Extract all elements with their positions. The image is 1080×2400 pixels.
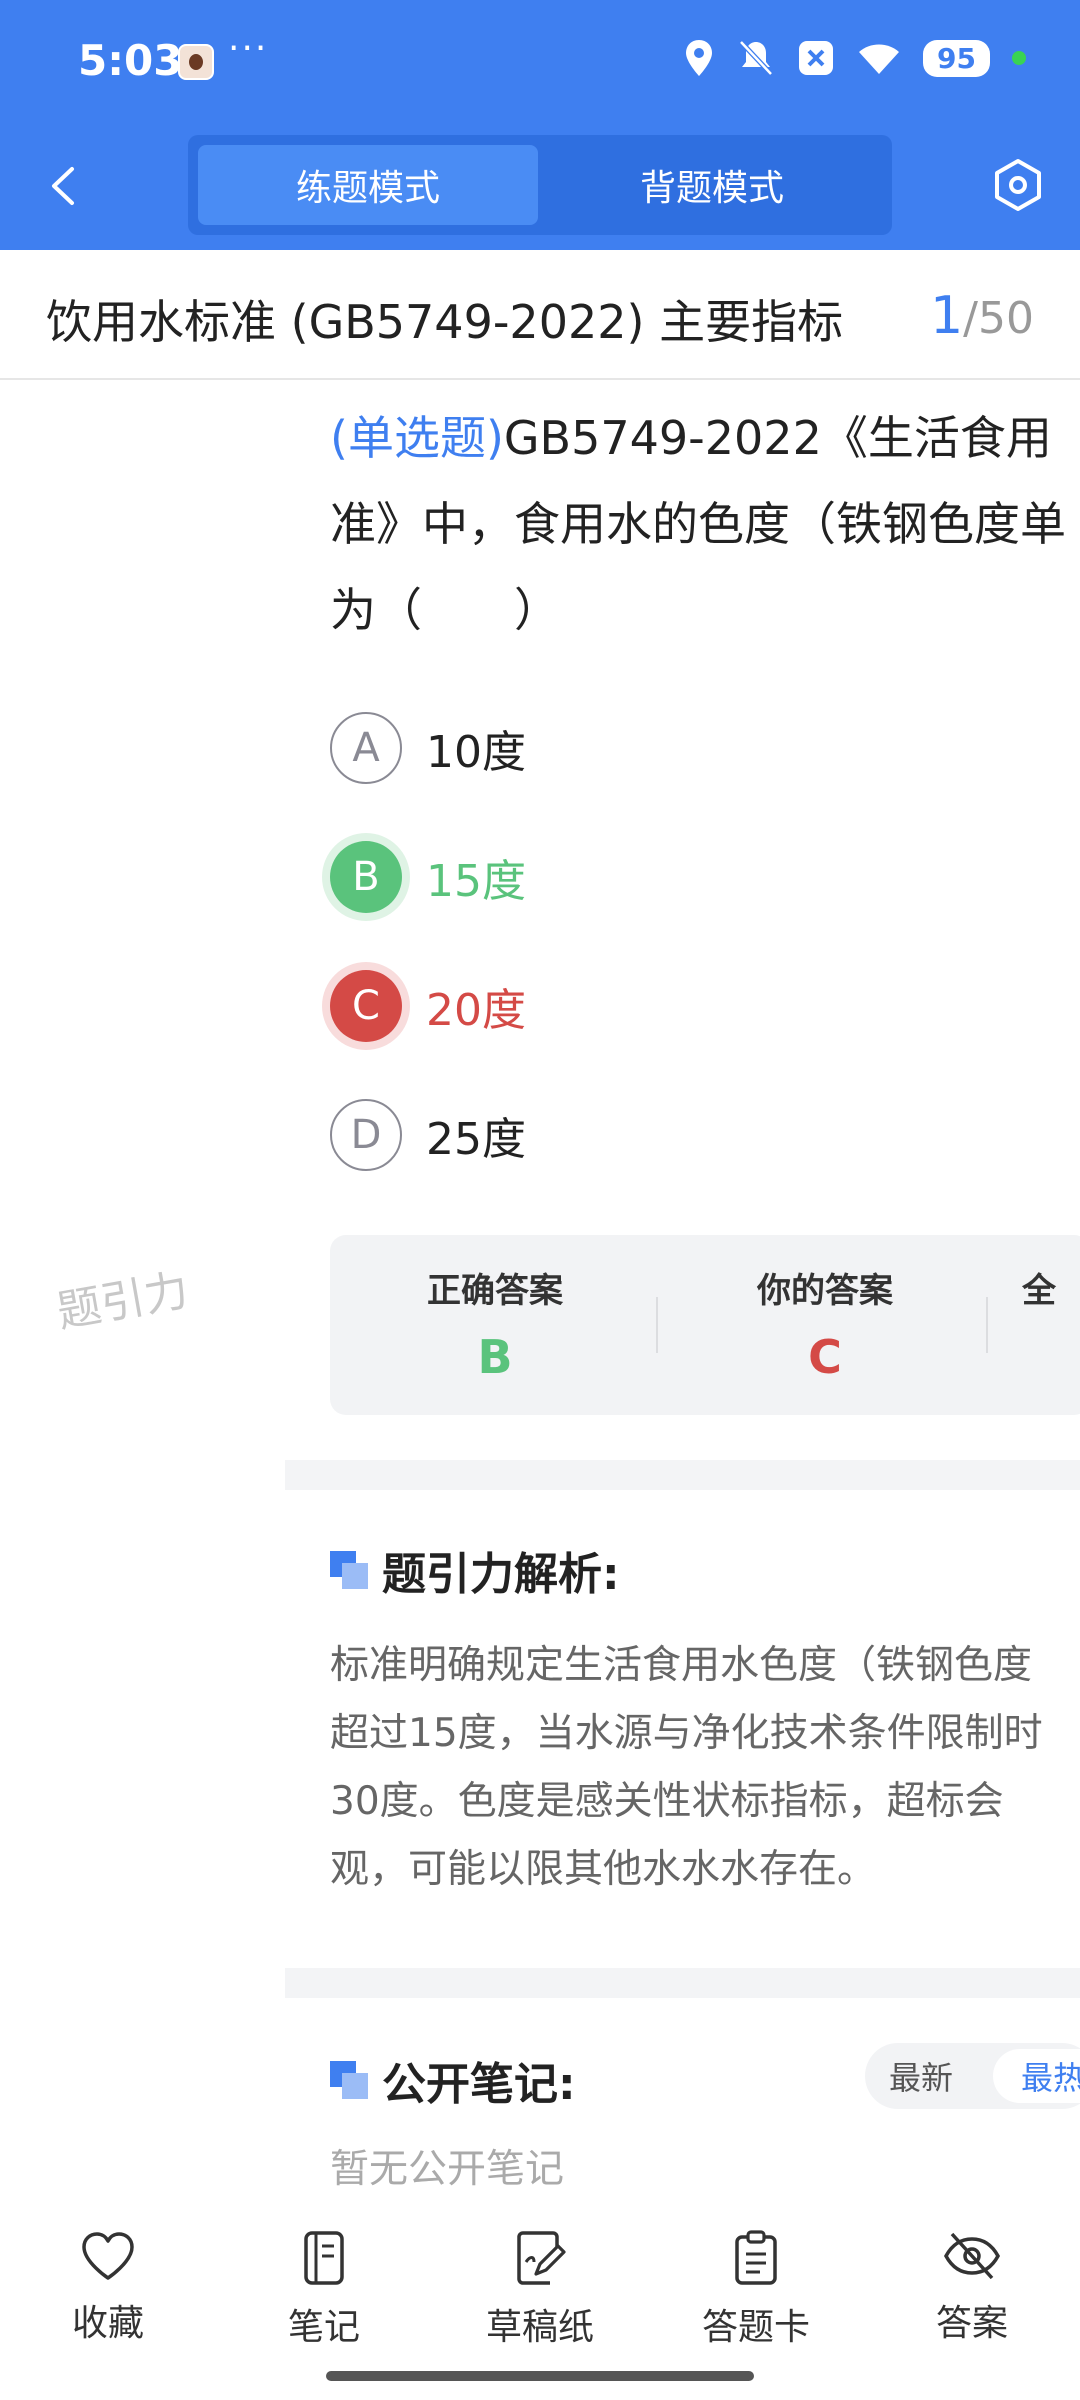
hexagon-settings-icon[interactable]	[990, 157, 1046, 213]
question-counter[interactable]: 1/50	[930, 286, 1034, 346]
notes-sort-toggle: 最新 最热	[865, 2043, 1080, 2109]
nav-label: 答题卡	[701, 2307, 810, 2348]
status-time: 5:03	[78, 36, 183, 85]
analysis-title: 题引力解析:	[330, 1538, 620, 1602]
third-column-label: 全	[1022, 1271, 1056, 1311]
counter-separator: /	[963, 293, 978, 344]
correct-answer-column: 正确答案 B	[330, 1263, 660, 1384]
option-letter: A	[330, 712, 402, 784]
your-answer-column: 你的答案 C	[660, 1263, 990, 1384]
option-letter: C	[330, 970, 402, 1042]
chevron-left-icon[interactable]	[40, 161, 90, 211]
total-questions: 50	[978, 293, 1034, 344]
question-line-1: GB5749-2022《生活食用	[503, 411, 1052, 465]
close-box-icon	[799, 41, 834, 75]
tab-memorize-mode[interactable]: 背题模式	[542, 145, 882, 225]
analysis-line: 超过15度，当水源与净化技术条件限制时	[330, 1711, 1043, 1756]
app-bar: 练题模式 背题模式	[0, 125, 1080, 250]
nav-label: 笔记	[287, 2307, 360, 2348]
analysis-line: 观，可能以限其他水水水存在。	[330, 1847, 877, 1892]
card-divider	[285, 1460, 1080, 1490]
draft-paper-button[interactable]: 草稿纸	[460, 2230, 620, 2350]
analysis-line: 标准明确规定生活食用水色度（铁钢色度	[330, 1643, 1033, 1688]
option-text: 20度	[426, 985, 526, 1036]
nav-label: 答案	[935, 2303, 1008, 2344]
option-letter: D	[330, 1099, 402, 1171]
option-text: 15度	[426, 856, 526, 907]
avatar-icon	[178, 44, 214, 80]
analysis-line: 30度。色度是感关性状标指标，超标会	[330, 1779, 1004, 1824]
active-dot	[1012, 51, 1026, 65]
your-answer-label: 你的答案	[757, 1271, 893, 1311]
sort-hottest-button[interactable]: 最热	[993, 2049, 1080, 2103]
favorite-button[interactable]: 收藏	[28, 2230, 188, 2346]
your-answer-value: C	[808, 1330, 842, 1384]
notes-button[interactable]: 笔记	[244, 2230, 404, 2350]
divider	[986, 1297, 988, 1353]
question-line-2: 准》中，食用水的色度（铁钢色度单	[330, 497, 1066, 551]
correct-answer-value: B	[477, 1330, 513, 1384]
page-title: 饮用水标准 (GB5749-2022) 主要指标	[46, 295, 844, 349]
question-line-3: 为（ ）	[330, 583, 560, 637]
watermark: 题引力	[53, 1264, 193, 1339]
correct-answer-label: 正确答案	[427, 1271, 563, 1311]
option-text: 10度	[426, 727, 526, 778]
answer-card-icon	[735, 2230, 777, 2285]
battery-icon: 95	[923, 39, 990, 77]
notes-title: 公开笔记:	[330, 2048, 576, 2112]
question-type: (单选题)	[330, 411, 504, 465]
empty-notes-text: 暂无公开笔记	[330, 2147, 565, 2192]
section-square-icon	[330, 1551, 368, 1589]
analysis-title-text: 题引力解析:	[382, 1549, 620, 1600]
analysis-body: 标准明确规定生活食用水色度（铁钢色度 超过15度，当水源与净化技术条件限制时 3…	[330, 1632, 1080, 1904]
nav-label: 收藏	[71, 2303, 144, 2344]
divider	[656, 1297, 658, 1353]
heart-icon	[82, 2232, 134, 2280]
option-text: 25度	[426, 1114, 526, 1165]
draft-paper-icon	[517, 2231, 566, 2285]
status-bar: 5:03 ··· 95	[0, 0, 1080, 125]
status-icons: 95	[683, 38, 1026, 78]
question-text: (单选题)GB5749-2022《生活食用 准》中，食用水的色度（铁钢色度单 为…	[330, 395, 1080, 653]
answer-summary: 正确答案 B 你的答案 C 全	[330, 1235, 1080, 1415]
tab-practice-mode[interactable]: 练题模式	[198, 145, 538, 225]
sort-newest-button[interactable]: 最新	[873, 2049, 969, 2103]
eye-off-icon	[944, 2232, 1000, 2280]
location-icon	[686, 40, 713, 76]
notebook-icon	[304, 2231, 344, 2285]
question-header: 饮用水标准 (GB5749-2022) 主要指标 1/50	[0, 250, 1080, 380]
more-notifications-icon: ···	[228, 28, 269, 69]
option-a[interactable]: A 10度	[330, 712, 1030, 784]
nav-label: 草稿纸	[485, 2307, 594, 2348]
option-d[interactable]: D 25度	[330, 1099, 1030, 1171]
show-answer-button[interactable]: 答案	[892, 2230, 1052, 2346]
third-column: 全	[990, 1263, 1080, 1312]
home-indicator[interactable]	[326, 2371, 754, 2381]
mode-switcher: 练题模式 背题模式	[188, 135, 892, 235]
bell-muted-icon	[739, 40, 773, 76]
option-b[interactable]: B 15度	[330, 841, 1030, 913]
option-c[interactable]: C 20度	[330, 970, 1030, 1042]
option-letter: B	[330, 841, 402, 913]
section-square-icon	[330, 2061, 368, 2099]
wifi-icon	[859, 44, 900, 74]
answer-card-button[interactable]: 答题卡	[676, 2230, 836, 2350]
notes-title-text: 公开笔记:	[382, 2059, 576, 2110]
card-divider	[285, 1968, 1080, 1998]
current-question-number: 1	[930, 286, 964, 346]
